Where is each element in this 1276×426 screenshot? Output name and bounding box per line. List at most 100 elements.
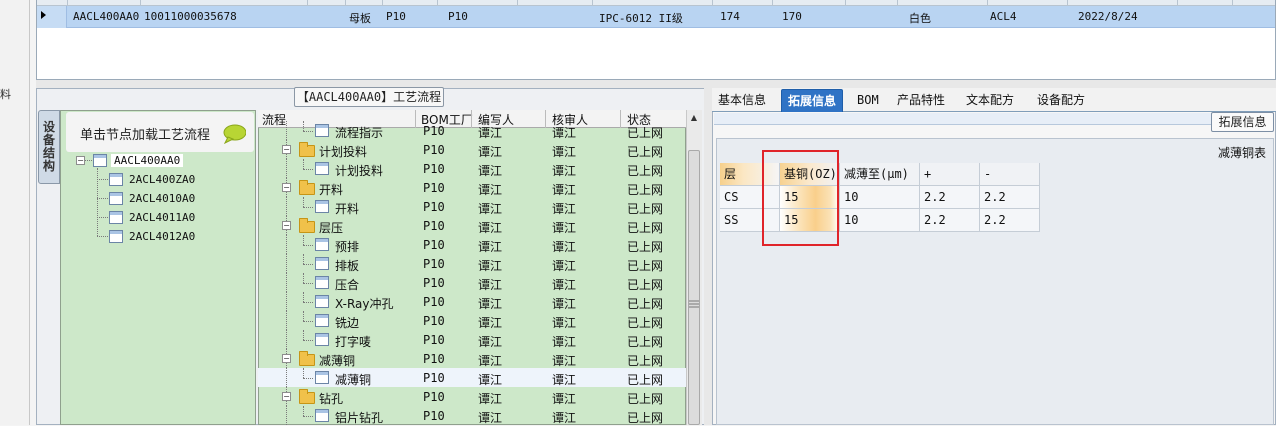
cell-flow-name[interactable]: 计划投料 [319, 143, 367, 160]
cell-bom-plant[interactable]: P10 [423, 143, 445, 157]
tab-extended-info[interactable]: 拓展信息 [781, 89, 844, 112]
table-row[interactable]: − 钻孔 P10 谭江 谭江 已上网 [258, 387, 686, 406]
cell-author[interactable]: 谭江 [478, 333, 502, 350]
cell-bom-plant[interactable]: P10 [423, 162, 445, 176]
cell-reviewer[interactable]: 谭江 [552, 162, 576, 179]
table-header-minus[interactable]: - [980, 163, 1040, 186]
cell-reviewer[interactable]: 谭江 [552, 257, 576, 274]
cell-flow-name[interactable]: X-Ray冲孔 [335, 295, 393, 312]
cell-value-1[interactable]: 174 [720, 10, 740, 23]
table-cell[interactable]: 2.2 [980, 209, 1040, 232]
cell-plant-1[interactable]: P10 [386, 10, 406, 23]
cell-author[interactable]: 谭江 [478, 238, 502, 255]
tree-collapse-icon[interactable]: − [282, 145, 291, 154]
cell-reviewer[interactable]: 谭江 [552, 371, 576, 388]
tab-text-recipe[interactable]: 文本配方 [960, 89, 1020, 112]
cell-date[interactable]: 2022/8/24 [1078, 10, 1138, 23]
tab-product-features[interactable]: 产品特性 [891, 89, 951, 112]
cell-bom-plant[interactable]: P10 [423, 200, 445, 214]
cell-author[interactable]: 谭江 [478, 314, 502, 331]
table-cell[interactable]: 2.2 [920, 186, 980, 209]
cell-reviewer[interactable]: 谭江 [552, 333, 576, 350]
cell-bom-plant[interactable]: P10 [423, 371, 445, 385]
tree-node[interactable]: 2ACL4011A0 [129, 211, 195, 224]
cell-bom-plant[interactable]: P10 [423, 276, 445, 290]
cell-flow-name[interactable]: 钻孔 [319, 390, 343, 407]
table-row[interactable]: 排板 P10 谭江 谭江 已上网 [258, 254, 686, 273]
vertical-splitter[interactable] [704, 88, 712, 425]
cell-type[interactable]: 母板 [349, 10, 371, 26]
cell-status[interactable]: 已上网 [627, 295, 663, 312]
cell-bom-plant[interactable]: P10 [423, 333, 445, 347]
horizontal-splitter[interactable] [36, 80, 1276, 88]
cell-reviewer[interactable]: 谭江 [552, 219, 576, 236]
tree-node-root[interactable]: AACL400AA0 [111, 154, 184, 167]
cell-standard[interactable]: IPC-6012 II级 [599, 10, 683, 26]
cell-status[interactable]: 已上网 [627, 371, 663, 388]
cell-author[interactable]: 谭江 [478, 162, 502, 179]
table-row[interactable]: 打字唛 P10 谭江 谭江 已上网 [258, 330, 686, 349]
cell-bom-plant[interactable]: P10 [423, 238, 445, 252]
cell-value-2[interactable]: 170 [782, 10, 802, 23]
scrollbar-thumb[interactable] [688, 150, 700, 425]
extended-info-button[interactable]: 拓展信息 [1211, 112, 1274, 132]
cell-code[interactable]: AACL400AA0 [73, 10, 139, 23]
cell-author[interactable]: 谭江 [478, 219, 502, 236]
cell-status[interactable]: 已上网 [627, 238, 663, 255]
tree-collapse-icon[interactable]: − [282, 354, 291, 363]
cell-author[interactable]: 谭江 [478, 409, 502, 426]
cell-status[interactable]: 已上网 [627, 390, 663, 407]
cell-status[interactable]: 已上网 [627, 200, 663, 217]
tree-node[interactable]: 2ACL400ZA0 [129, 173, 195, 186]
cell-author[interactable]: 谭江 [478, 181, 502, 198]
cell-reviewer[interactable]: 谭江 [552, 143, 576, 160]
cell-reviewer[interactable]: 谭江 [552, 238, 576, 255]
tree-collapse-icon[interactable]: − [282, 221, 291, 230]
cell-reviewer[interactable]: 谭江 [552, 390, 576, 407]
table-header-plus[interactable]: + [920, 163, 980, 186]
cell-material-no[interactable]: 10011000035678 [144, 10, 237, 23]
table-row[interactable]: 开料 P10 谭江 谭江 已上网 [258, 197, 686, 216]
cell-bom-plant[interactable]: P10 [423, 181, 445, 195]
table-row[interactable]: − 层压 P10 谭江 谭江 已上网 [258, 216, 686, 235]
table-row[interactable]: 铣边 P10 谭江 谭江 已上网 [258, 311, 686, 330]
cell-status[interactable]: 已上网 [627, 143, 663, 160]
table-cell[interactable]: 10 [840, 209, 920, 232]
cell-bom-plant[interactable]: P10 [423, 219, 445, 233]
tree-node[interactable]: 2ACL4012A0 [129, 230, 195, 243]
table-row[interactable]: − 计划投料 P10 谭江 谭江 已上网 [258, 140, 686, 159]
cell-reviewer[interactable]: 谭江 [552, 181, 576, 198]
cell-flow-name[interactable]: 铝片钻孔 [335, 409, 383, 426]
cell-reviewer[interactable]: 谭江 [552, 124, 576, 141]
cell-flow-name[interactable]: 预排 [335, 238, 359, 255]
cell-status[interactable]: 已上网 [627, 333, 663, 350]
cell-author[interactable]: 谭江 [478, 390, 502, 407]
table-row[interactable]: − 减薄铜 P10 谭江 谭江 已上网 [258, 349, 686, 368]
table-row[interactable]: 预排 P10 谭江 谭江 已上网 [258, 235, 686, 254]
table-row[interactable]: 流程指示 P10 谭江 谭江 已上网 [258, 121, 686, 140]
cell-status[interactable]: 已上网 [627, 219, 663, 236]
cell-bom-plant[interactable]: P10 [423, 314, 445, 328]
cell-author[interactable]: 谭江 [478, 371, 502, 388]
cell-flow-name[interactable]: 层压 [319, 219, 343, 236]
tab-equipment-recipe[interactable]: 设备配方 [1031, 89, 1091, 112]
table-row[interactable]: 铝片钻孔 P10 谭江 谭江 已上网 [258, 406, 686, 425]
cell-reviewer[interactable]: 谭江 [552, 295, 576, 312]
cell-flow-name[interactable]: 减薄铜 [319, 352, 355, 369]
cell-status[interactable]: 已上网 [627, 162, 663, 179]
cell-author[interactable]: 谭江 [478, 276, 502, 293]
cell-bom-plant[interactable]: P10 [423, 390, 445, 404]
table-row[interactable]: 压合 P10 谭江 谭江 已上网 [258, 273, 686, 292]
tree-collapse-icon[interactable]: − [76, 156, 85, 165]
scroll-up-icon[interactable]: ▲ [688, 112, 700, 124]
cell-author[interactable]: 谭江 [478, 295, 502, 312]
vertical-tab-equipment[interactable]: 设备结构 [38, 110, 60, 184]
cell-flow-name[interactable]: 排板 [335, 257, 359, 274]
cell-status[interactable]: 已上网 [627, 276, 663, 293]
cell-status[interactable]: 已上网 [627, 352, 663, 369]
cell-author[interactable]: 谭江 [478, 257, 502, 274]
cell-color[interactable]: 白色 [909, 10, 931, 26]
cell-status[interactable]: 已上网 [627, 124, 663, 141]
table-row[interactable]: − 开料 P10 谭江 谭江 已上网 [258, 178, 686, 197]
table-cell[interactable]: 2.2 [980, 186, 1040, 209]
